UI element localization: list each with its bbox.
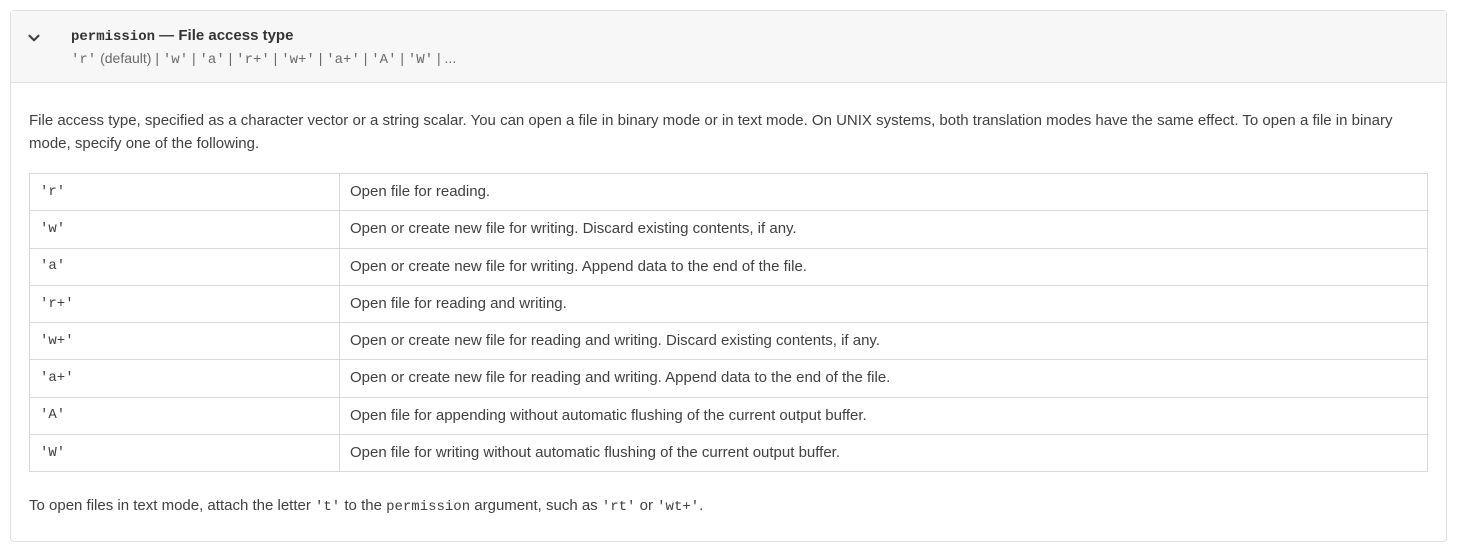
- code-literal: 't': [315, 499, 340, 515]
- perm-desc: Open file for writing without automatic …: [340, 434, 1428, 471]
- table-row: 'W' Open file for writing without automa…: [30, 434, 1428, 471]
- table-row: 'a' Open or create new file for writing.…: [30, 248, 1428, 285]
- param-option: 'A': [371, 52, 396, 68]
- perm-mode: 'w+': [30, 323, 340, 360]
- param-header-text: permission — File access type 'r' (defau…: [71, 25, 1428, 68]
- param-description: File access type, specified as a charact…: [29, 109, 1428, 156]
- perm-mode: 'r': [30, 174, 340, 211]
- table-row: 'w+' Open or create new file for reading…: [30, 323, 1428, 360]
- param-panel: permission — File access type 'r' (defau…: [10, 10, 1447, 542]
- perm-mode: 'a': [30, 248, 340, 285]
- param-option: 'a+': [326, 52, 360, 68]
- param-panel-body: File access type, specified as a charact…: [11, 83, 1446, 541]
- perm-mode: 'W': [30, 434, 340, 471]
- code-literal: 'wt+': [657, 499, 699, 515]
- param-option: 'r+': [236, 52, 270, 68]
- table-row: 'r' Open file for reading.: [30, 174, 1428, 211]
- param-name: permission: [71, 29, 155, 45]
- param-option: 'w+': [281, 52, 315, 68]
- perm-desc: Open file for appending without automati…: [340, 397, 1428, 434]
- param-panel-header[interactable]: permission — File access type 'r' (defau…: [11, 11, 1446, 83]
- perm-mode: 'r+': [30, 285, 340, 322]
- table-row: 'A' Open file for appending without auto…: [30, 397, 1428, 434]
- perm-desc: Open file for reading and writing.: [340, 285, 1428, 322]
- param-option: 'w': [163, 52, 188, 68]
- param-options-line: 'r' (default) | 'w' | 'a' | 'r+' | 'w+' …: [71, 50, 1428, 68]
- table-row: 'w' Open or create new file for writing.…: [30, 211, 1428, 248]
- perm-desc: Open or create new file for reading and …: [340, 360, 1428, 397]
- perm-mode: 'w': [30, 211, 340, 248]
- perm-mode: 'a+': [30, 360, 340, 397]
- perm-mode: 'A': [30, 397, 340, 434]
- chevron-down-icon: [25, 29, 49, 47]
- param-title-line: permission — File access type: [71, 25, 1428, 48]
- param-option: 'a': [200, 52, 225, 68]
- options-trailing: | ...: [433, 50, 456, 66]
- permission-table: 'r' Open file for reading. 'w' Open or c…: [29, 173, 1428, 472]
- perm-desc: Open or create new file for writing. App…: [340, 248, 1428, 285]
- em-dash: —: [155, 27, 178, 44]
- code-literal: 'rt': [602, 499, 636, 515]
- perm-desc: Open file for reading.: [340, 174, 1428, 211]
- param-option: 'W': [408, 52, 433, 68]
- table-row: 'a+' Open or create new file for reading…: [30, 360, 1428, 397]
- perm-desc: Open or create new file for reading and …: [340, 323, 1428, 360]
- code-literal: permission: [386, 499, 470, 515]
- text-mode-note: To open files in text mode, attach the l…: [29, 494, 1428, 519]
- table-row: 'r+' Open file for reading and writing.: [30, 285, 1428, 322]
- param-title-desc: File access type: [178, 27, 293, 44]
- default-note: (default): [96, 50, 151, 66]
- perm-desc: Open or create new file for writing. Dis…: [340, 211, 1428, 248]
- param-option: 'r': [71, 52, 96, 68]
